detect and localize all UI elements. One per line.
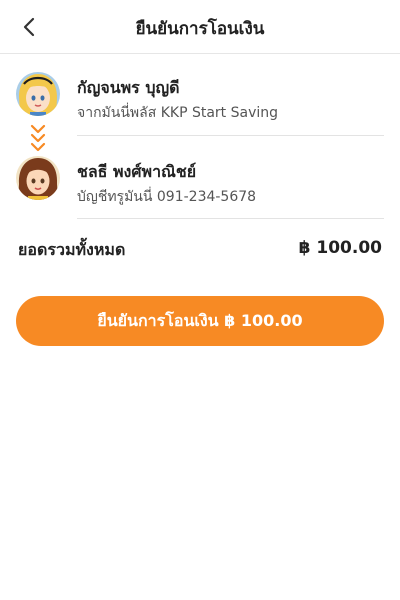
divider <box>77 218 384 219</box>
recipient-name: ชลธี พงศ์พาณิชย์ <box>77 162 197 181</box>
confirm-transfer-button[interactable]: ยืนยันการโอนเงิน ฿ 100.00 <box>16 296 384 346</box>
page-title: ยืนยันการโอนเงิน <box>135 19 265 39</box>
recipient-row: ชลธี พงศ์พาณิชย์ บัญชีทรูมันนี่ 091-234-… <box>16 156 384 219</box>
double-chevron-down-icon <box>30 124 46 154</box>
divider <box>77 135 384 136</box>
total-label: ยอดรวมทั้งหมด <box>18 240 126 259</box>
recipient-account: บัญชีทรูมันนี่ 091-234-5678 <box>77 189 257 205</box>
sender-account: จากมันนี่พลัส KKP Start Saving <box>77 105 279 121</box>
header-bar: ยืนยันการโอนเงิน <box>0 0 400 54</box>
sender-row: กัญจนพร บุญดี จากมันนี่พลัส KKP Start Sa… <box>16 72 384 136</box>
recipient-avatar <box>16 156 60 200</box>
total-amount: ฿ 100.00 <box>298 238 382 258</box>
sender-avatar <box>16 72 60 116</box>
total-row: ยอดรวมทั้งหมด ฿ 100.00 <box>18 238 382 262</box>
sender-name: กัญจนพร บุญดี <box>77 78 180 97</box>
confirm-transfer-label: ยืนยันการโอนเงิน ฿ 100.00 <box>97 310 303 330</box>
